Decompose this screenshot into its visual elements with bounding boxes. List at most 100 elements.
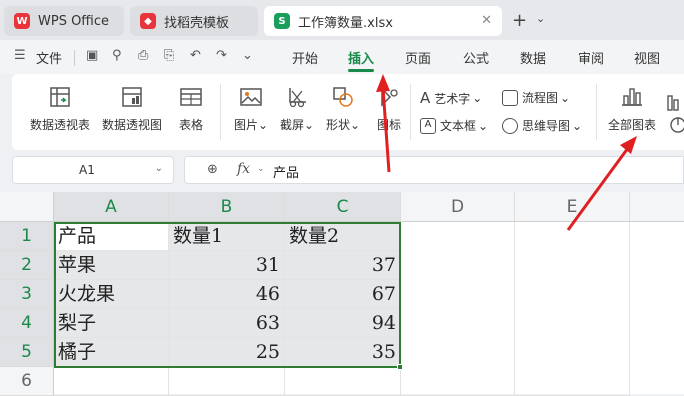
chevron-down-icon[interactable]: ⌄ bbox=[257, 164, 265, 174]
spreadsheet-logo-icon: S bbox=[274, 13, 290, 29]
chevron-down-icon[interactable]: ⌄ bbox=[536, 12, 545, 25]
column-header-d[interactable]: D bbox=[401, 192, 515, 222]
column-header-a[interactable]: A bbox=[54, 192, 169, 222]
bar-chart-icon bbox=[622, 88, 642, 106]
formula-input[interactable]: ⊕ fx ⌄ 产品 bbox=[184, 156, 684, 184]
tab-wps-office[interactable]: W WPS Office bbox=[4, 6, 124, 36]
cell-b3[interactable]: 46 bbox=[169, 280, 285, 309]
name-box[interactable]: A1 ⌄ bbox=[12, 156, 174, 184]
template-logo-icon: ◆ bbox=[140, 13, 156, 29]
picture-icon bbox=[240, 88, 262, 106]
pivot-chart-button[interactable]: 数据透视图 bbox=[102, 84, 162, 133]
undo-icon[interactable]: ↶ bbox=[190, 48, 201, 63]
row-header-2[interactable]: 2 bbox=[0, 251, 54, 280]
empty-area-e[interactable] bbox=[515, 222, 630, 396]
row-header-4[interactable]: 4 bbox=[0, 309, 54, 338]
row-header-5[interactable]: 5 bbox=[0, 338, 54, 367]
cell-c2[interactable]: 37 bbox=[285, 251, 401, 280]
menu-tab-insert[interactable]: 插入 bbox=[348, 48, 374, 67]
fill-handle[interactable] bbox=[397, 364, 403, 370]
chevron-down-icon[interactable]: ⌄ bbox=[155, 163, 163, 174]
screenshot-button[interactable]: 截屏⌄ bbox=[280, 84, 314, 133]
pie-chart-icon[interactable] bbox=[668, 116, 684, 134]
divider bbox=[410, 84, 411, 140]
cell-a2[interactable]: 苹果 bbox=[54, 251, 169, 280]
wps-logo-icon: W bbox=[14, 13, 30, 29]
file-menu[interactable]: 文件 bbox=[36, 48, 62, 67]
tab-bar: W WPS Office ◆ 找稻壳模板 S 工作簿数量.xlsx ✕ + ⌄ bbox=[0, 0, 684, 40]
icons-icon bbox=[381, 87, 398, 107]
formula-bar: A1 ⌄ ⊕ fx ⌄ 产品 bbox=[0, 150, 684, 192]
flowchart-icon bbox=[502, 89, 518, 106]
menu-tab-page[interactable]: 页面 bbox=[405, 48, 431, 67]
print-preview-icon[interactable]: ⎘ bbox=[164, 48, 174, 63]
menu-tab-home[interactable]: 开始 bbox=[292, 48, 318, 67]
mindmap-button[interactable]: 思维导图 ⌄ bbox=[502, 117, 582, 134]
cell-b5[interactable]: 25 bbox=[169, 338, 285, 367]
cell-c4[interactable]: 94 bbox=[285, 309, 401, 338]
pivot-table-icon bbox=[50, 87, 70, 107]
cell-c5[interactable]: 35 bbox=[285, 338, 401, 367]
pivot-table-button[interactable]: 数据透视表 bbox=[30, 84, 90, 133]
row-header-1[interactable]: 1 bbox=[0, 222, 54, 251]
cell-a4[interactable]: 梨子 bbox=[54, 309, 169, 338]
menu-icon[interactable]: ☰ bbox=[14, 48, 26, 63]
more-chevron-icon[interactable]: ⌄ bbox=[242, 48, 253, 63]
icon-button[interactable]: 图标 bbox=[376, 84, 402, 133]
menu-tab-review[interactable]: 审阅 bbox=[578, 48, 604, 67]
textbox-icon: A bbox=[420, 117, 436, 134]
row-header-6[interactable]: 6 bbox=[0, 367, 54, 396]
empty-area-d[interactable] bbox=[401, 222, 515, 396]
flowchart-button[interactable]: 流程图 ⌄ bbox=[502, 89, 570, 106]
shape-icon bbox=[333, 87, 353, 107]
column-header-e[interactable]: E bbox=[515, 192, 630, 222]
share-icon[interactable]: ⚲ bbox=[112, 48, 122, 63]
column-header-f[interactable] bbox=[630, 192, 684, 222]
menu-tab-data[interactable]: 数据 bbox=[520, 48, 546, 67]
table-button[interactable]: 表格 bbox=[178, 84, 204, 133]
save-icon[interactable]: ▣ bbox=[86, 48, 98, 63]
divider bbox=[596, 84, 597, 140]
scissors-icon bbox=[289, 88, 307, 108]
tab-template[interactable]: ◆ 找稻壳模板 bbox=[130, 6, 258, 36]
menu-tab-formula[interactable]: 公式 bbox=[463, 48, 489, 67]
cell-c1[interactable]: 数量2 bbox=[285, 222, 401, 251]
column-header-c[interactable]: C bbox=[285, 192, 401, 222]
column-chart-icon[interactable] bbox=[664, 90, 684, 116]
divider bbox=[220, 84, 221, 140]
cell-b1[interactable]: 数量1 bbox=[169, 222, 285, 251]
shape-button[interactable]: 形状⌄ bbox=[326, 84, 360, 133]
cell-c6[interactable] bbox=[285, 367, 401, 396]
cell-a5[interactable]: 橘子 bbox=[54, 338, 169, 367]
textbox-button[interactable]: A 文本框 ⌄ bbox=[420, 117, 488, 134]
cell-a3[interactable]: 火龙果 bbox=[54, 280, 169, 309]
cell-b2[interactable]: 31 bbox=[169, 251, 285, 280]
select-all-corner[interactable] bbox=[0, 192, 54, 222]
divider bbox=[74, 50, 75, 66]
tab-workbook[interactable]: S 工作簿数量.xlsx ✕ bbox=[264, 6, 502, 36]
zoom-icon[interactable]: ⊕ bbox=[207, 162, 218, 177]
mindmap-icon bbox=[502, 117, 518, 134]
picture-button[interactable]: 图片⌄ bbox=[234, 84, 268, 133]
ribbon-insert: 数据透视表 数据透视图 表格 图片⌄ 截屏⌄ 形状⌄ 图标 A 艺术字 ⌄ A … bbox=[12, 74, 684, 150]
cell-c3[interactable]: 67 bbox=[285, 280, 401, 309]
wordart-icon: A bbox=[420, 89, 431, 107]
redo-icon[interactable]: ↷ bbox=[216, 48, 227, 63]
wordart-button[interactable]: A 艺术字 ⌄ bbox=[420, 89, 482, 107]
tab-label: 工作簿数量.xlsx bbox=[298, 15, 393, 31]
menu-tab-view[interactable]: 视图 bbox=[634, 48, 660, 67]
cell-a6[interactable] bbox=[54, 367, 169, 396]
print-icon[interactable]: ⎙ bbox=[138, 48, 148, 63]
column-header-b[interactable]: B bbox=[169, 192, 285, 222]
cell-b6[interactable] bbox=[169, 367, 285, 396]
new-tab-icon[interactable]: + bbox=[512, 10, 527, 31]
cell-b4[interactable]: 63 bbox=[169, 309, 285, 338]
cell-a1[interactable]: 产品 bbox=[54, 222, 169, 251]
tab-label: 找稻壳模板 bbox=[164, 15, 230, 31]
active-tab-indicator bbox=[348, 69, 374, 72]
row-header-3[interactable]: 3 bbox=[0, 280, 54, 309]
function-icon[interactable]: fx bbox=[237, 161, 250, 177]
close-icon[interactable]: ✕ bbox=[481, 13, 492, 28]
spreadsheet-grid[interactable]: A B C D E 1 2 3 4 5 6 产品 数量1 数量2 苹果 31 3… bbox=[0, 192, 684, 396]
all-charts-button[interactable]: 全部图表 bbox=[608, 84, 656, 133]
